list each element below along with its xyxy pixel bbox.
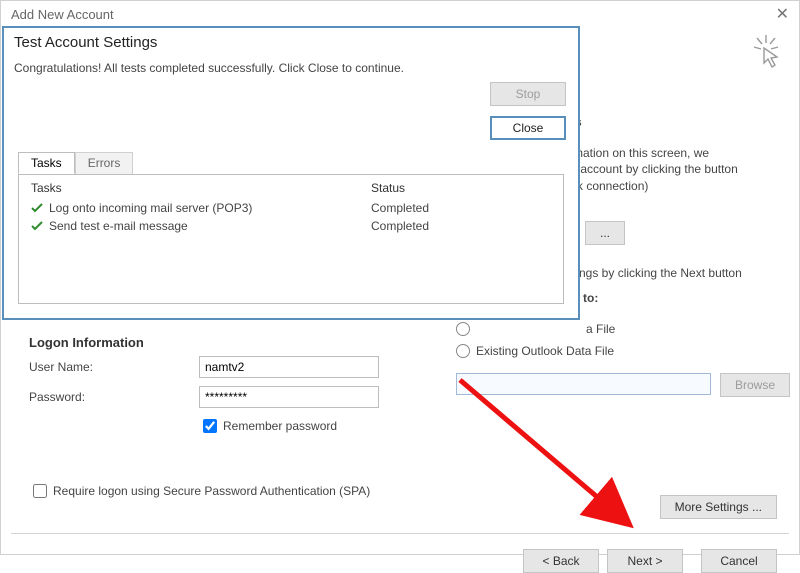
remember-password-checkbox[interactable]	[203, 419, 217, 433]
radio-existing-file-label: Existing Outlook Data File	[476, 344, 614, 358]
text-frag: rk connection)	[573, 179, 648, 193]
radio-new-file[interactable]: a File	[456, 322, 615, 336]
tab-tasks[interactable]: Tasks	[18, 152, 75, 174]
text-frag: tings by clicking the Next button	[573, 266, 742, 280]
table-row: Log onto incoming mail server (POP3) Com…	[19, 199, 563, 217]
require-spa-checkbox[interactable]	[33, 484, 47, 498]
tab-errors[interactable]: Errors	[75, 152, 134, 174]
require-spa-row[interactable]: Require logon using Secure Password Auth…	[29, 481, 370, 501]
tasks-panel: Tasks Status Log onto incoming mail serv…	[18, 174, 564, 304]
task-status: Completed	[371, 201, 429, 215]
task-status: Completed	[371, 219, 429, 233]
logon-information-section: Logon Information User Name: Password: R…	[29, 335, 429, 436]
test-settings-button[interactable]: ...	[585, 221, 625, 245]
logon-title: Logon Information	[29, 335, 429, 350]
close-button[interactable]: Close	[490, 116, 566, 140]
back-button[interactable]: < Back	[523, 549, 599, 573]
col-tasks: Tasks	[31, 181, 371, 195]
password-input[interactable]	[199, 386, 379, 408]
check-icon	[31, 203, 43, 213]
data-file-path-input[interactable]	[456, 373, 711, 395]
dialog-title: Test Account Settings	[4, 28, 578, 55]
next-button[interactable]: Next >	[607, 549, 683, 573]
radio-existing-file[interactable]: Existing Outlook Data File	[456, 344, 614, 358]
separator	[11, 533, 789, 534]
wizard-buttons: < Back Next > Cancel	[523, 549, 777, 573]
browse-button[interactable]: Browse	[720, 373, 790, 397]
test-account-settings-dialog: Test Account Settings Congratulations! A…	[2, 26, 580, 320]
check-icon	[31, 221, 43, 231]
col-status: Status	[371, 181, 405, 195]
text-frag: r account by clicking the button	[573, 162, 738, 176]
username-label: User Name:	[29, 360, 199, 374]
tab-strip: Tasks Errors	[18, 152, 133, 174]
stop-button[interactable]: Stop	[490, 82, 566, 106]
table-row: Send test e-mail message Completed	[19, 217, 563, 235]
main-titlebar: Add New Account ✕	[1, 1, 799, 29]
task-label: Log onto incoming mail server (POP3)	[49, 201, 252, 215]
radio-new-file-frag: a File	[586, 322, 615, 336]
table-header: Tasks Status	[19, 175, 563, 199]
password-label: Password:	[29, 390, 199, 404]
task-label: Send test e-mail message	[49, 219, 188, 233]
more-settings-button[interactable]: More Settings ...	[660, 495, 777, 519]
text-frag: mation on this screen, we	[573, 146, 709, 160]
cancel-button[interactable]: Cancel	[701, 549, 777, 573]
main-title: Add New Account	[11, 1, 114, 29]
require-spa-label: Require logon using Secure Password Auth…	[53, 484, 370, 498]
remember-password-label: Remember password	[223, 419, 337, 433]
username-input[interactable]	[199, 356, 379, 378]
close-icon[interactable]: ✕	[776, 1, 789, 29]
